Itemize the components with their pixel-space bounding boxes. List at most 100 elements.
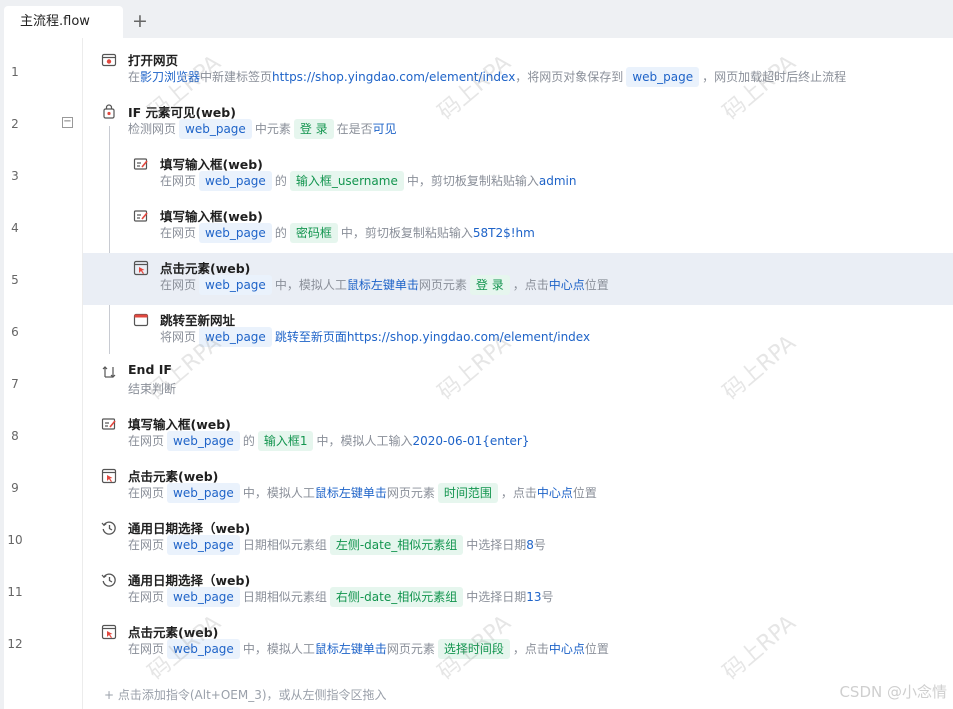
param-value: 中心点 [548, 642, 585, 656]
command-desc: 在网页 web_page 中，模拟人工 鼠标左键 单击 网页元素 时间范围 ，点… [128, 483, 597, 503]
command-row-selected[interactable]: 点击元素(web) 在网页 web_page 中，模拟人工 鼠标左键 单击 网页… [83, 253, 953, 305]
element-tag[interactable]: 输入框_username [289, 171, 404, 191]
param-value: 中心点 [548, 278, 585, 292]
desc-text: 的 [242, 434, 255, 448]
command-desc: 在网页 web_page 日期相似元素组 右侧-date_相似元素组 中选择日期… [128, 587, 554, 607]
command-desc: 将网页 web_page 跳转至新页面 https://shop.yingdao… [160, 327, 590, 347]
desc-text: 日期相似元素组 [242, 590, 327, 604]
param-value: 鼠标左键 [314, 486, 363, 500]
variable-tag[interactable]: web_page [199, 171, 272, 191]
line-number: 4 [11, 221, 19, 235]
desc-text: 网页元素 [418, 278, 467, 292]
desc-text: 中元素 [254, 122, 291, 136]
desc-text: ，点击 [512, 278, 549, 292]
param-value: 单击 [362, 486, 387, 500]
csdn-credit: CSDN @小念情 [839, 683, 947, 701]
command-row[interactable]: IF 元素可见(web) 检测网页 web_page 中元素 登 录 在是否 可… [83, 100, 953, 152]
param-value: 跳转至新页面 [274, 330, 347, 344]
param-value: 可见 [372, 122, 397, 136]
if-element-icon [103, 104, 115, 119]
element-tag[interactable]: 输入框1 [257, 431, 314, 451]
desc-text: 在网页 [160, 226, 197, 240]
desc-text: ，将网页对象保存到 [515, 70, 624, 84]
desc-text: 号 [533, 538, 546, 552]
desc-text: 中，模拟人工 [242, 486, 315, 500]
add-tab-icon[interactable]: + [131, 10, 149, 32]
param-value: 单击 [394, 278, 419, 292]
element-tag[interactable]: 密码框 [289, 223, 338, 243]
line-gutter [0, 38, 83, 709]
line-number: 8 [11, 429, 19, 443]
line-number: 9 [11, 481, 19, 495]
line-number: 5 [11, 273, 19, 287]
tab-main-flow[interactable]: 主流程.flow [4, 6, 123, 38]
param-value: 13 [526, 590, 542, 604]
command-desc: 在网页 web_page 的 密码框 中，剪切板复制粘贴输入 58T2$!hm [160, 223, 535, 243]
line-number: 3 [11, 169, 19, 183]
command-row[interactable]: 填写输入框(web) 在网页 web_page 的 输入框1 中，模拟人工输入 … [83, 412, 953, 464]
click-element-icon [133, 260, 149, 276]
command-row[interactable]: 填写输入框(web) 在网页 web_page 的 密码框 中，剪切板复制粘贴输… [83, 204, 953, 256]
element-tag[interactable]: 登 录 [469, 275, 510, 295]
param-value: 58T2$!hm [472, 226, 535, 240]
fill-input-icon [133, 158, 148, 170]
variable-tag[interactable]: web_page [167, 483, 240, 503]
variable-tag[interactable]: web_page [199, 223, 272, 243]
command-desc: 在网页 web_page 的 输入框_username 中，剪切板复制粘贴输入 … [160, 171, 576, 191]
line-number: 7 [11, 377, 19, 391]
desc-text: 在是否 [336, 122, 373, 136]
collapse-toggle[interactable]: − [62, 117, 73, 128]
click-element-icon [101, 624, 117, 640]
element-tag[interactable]: 左侧-date_相似元素组 [329, 535, 464, 555]
line-number: 2 [11, 117, 19, 131]
desc-text: 日期相似元素组 [242, 538, 327, 552]
line-number: 1 [11, 65, 19, 79]
date-picker-icon [101, 521, 116, 535]
desc-text: 位置 [572, 486, 597, 500]
command-desc: 检测网页 web_page 中元素 登 录 在是否 可见 [128, 119, 397, 139]
date-picker-icon [101, 573, 116, 587]
add-command-hint[interactable]: + 点击添加指令(Alt+OEM_3)，或从左侧指令区拖入 [104, 686, 387, 703]
command-row[interactable]: 填写输入框(web) 在网页 web_page 的 输入框_username 中… [83, 152, 953, 204]
variable-tag[interactable]: web_page [167, 431, 240, 451]
param-value: 8 [526, 538, 534, 552]
desc-text: 中，模拟人工输入 [316, 434, 413, 448]
line-number: 11 [7, 585, 23, 599]
desc-text: 在网页 [128, 486, 165, 500]
desc-text: 中选择日期 [466, 538, 527, 552]
desc-text: 中，剪切板复制粘贴输入 [406, 174, 539, 188]
desc-text: ，点击 [500, 486, 537, 500]
variable-tag[interactable]: web_page [167, 587, 240, 607]
variable-tag[interactable]: web_page [199, 275, 272, 295]
command-desc: 在网页 web_page 日期相似元素组 左侧-date_相似元素组 中选择日期… [128, 535, 546, 555]
command-row[interactable]: End IF 结束判断 [83, 360, 953, 412]
param-value: 单击 [362, 642, 387, 656]
desc-text: ，点击 [512, 642, 549, 656]
tab-bar: 主流程.flow + [0, 0, 953, 38]
variable-tag[interactable]: web_page [167, 535, 240, 555]
element-tag[interactable]: 时间范围 [437, 483, 498, 503]
command-row[interactable]: 通用日期选择（web) 在网页 web_page 日期相似元素组 右侧-date… [83, 568, 953, 620]
gutter-strip [0, 38, 4, 709]
element-tag[interactable]: 右侧-date_相似元素组 [329, 587, 464, 607]
desc-text: 中，剪切板复制粘贴输入 [340, 226, 473, 240]
param-value: 2020-06-01{enter} [412, 434, 530, 448]
param-value: 中心点 [536, 486, 573, 500]
line-number: 12 [7, 637, 23, 651]
element-tag[interactable]: 登 录 [293, 119, 334, 139]
end-if-icon [102, 366, 116, 378]
desc-text: 检测网页 [128, 122, 177, 136]
variable-tag[interactable]: web_page [179, 119, 252, 139]
fill-input-icon [101, 418, 116, 430]
command-row[interactable]: 点击元素(web) 在网页 web_page 中，模拟人工 鼠标左键 单击 网页… [83, 464, 953, 516]
click-element-icon [101, 468, 117, 484]
desc-text: 位置 [584, 278, 609, 292]
desc-text: 的 [274, 226, 287, 240]
variable-tag[interactable]: web_page [626, 67, 700, 87]
command-row[interactable]: 通用日期选择（web) 在网页 web_page 日期相似元素组 左侧-date… [83, 516, 953, 568]
line-number: 10 [7, 533, 23, 547]
goto-url-icon [133, 313, 149, 327]
line-number: 6 [11, 325, 19, 339]
desc-text: 网页元素 [386, 486, 435, 500]
desc-text: 在网页 [160, 278, 197, 292]
